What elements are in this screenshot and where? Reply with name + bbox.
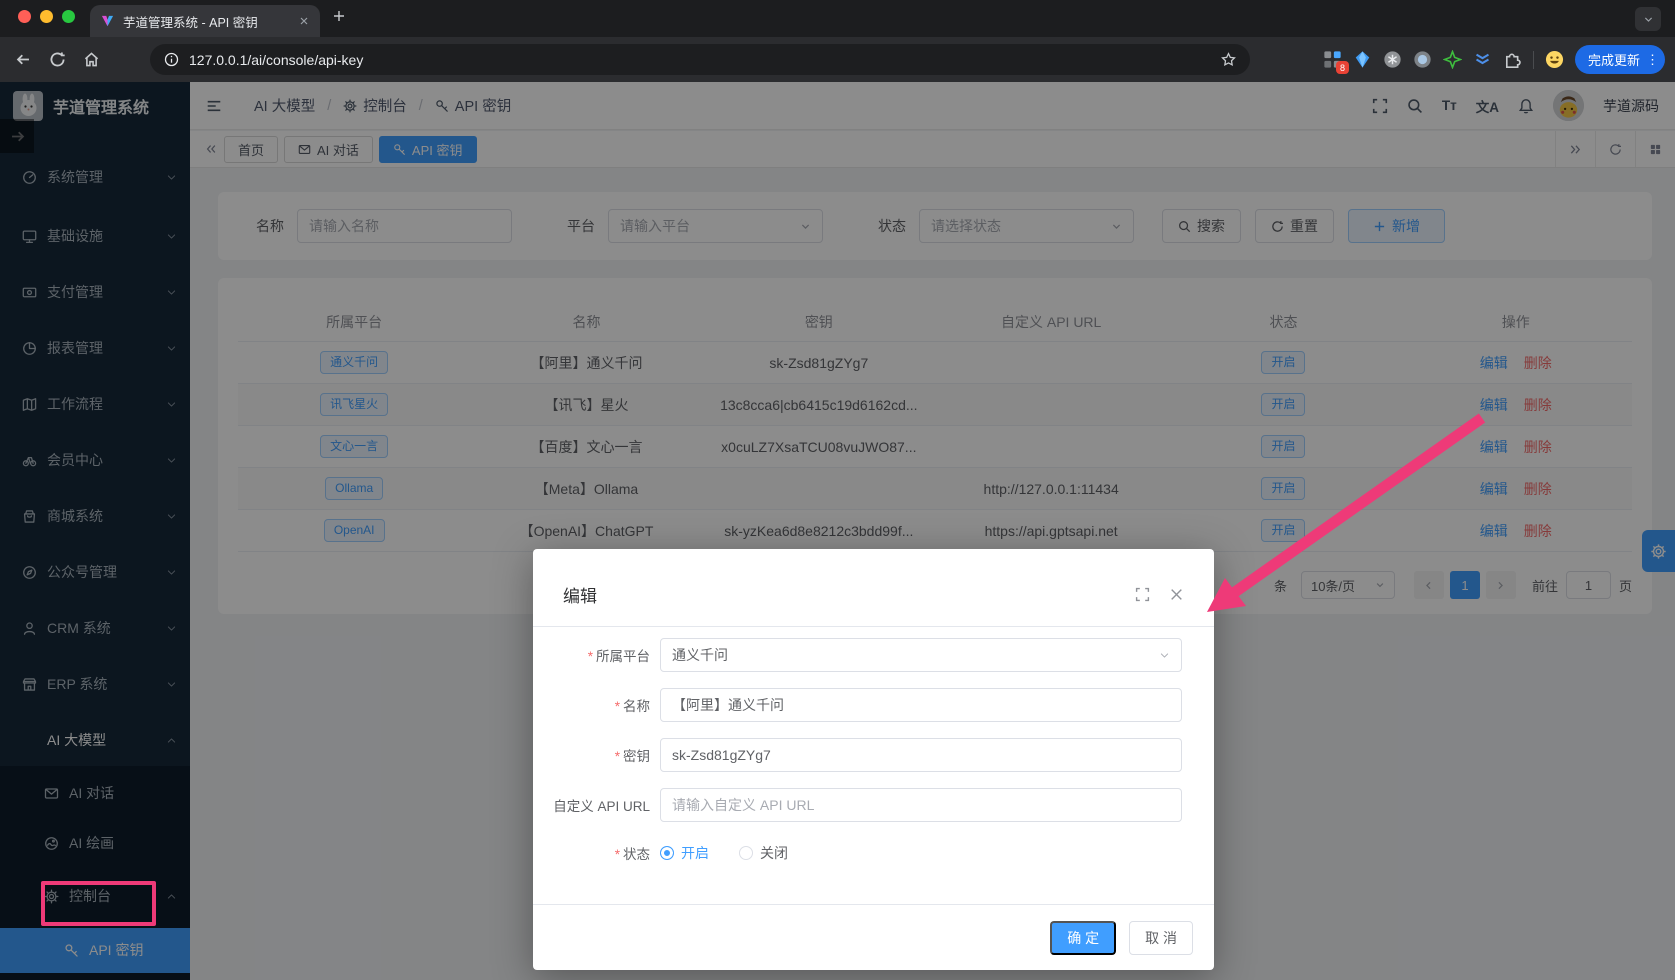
chevron-down-icon: [1159, 650, 1170, 661]
form-row-密钥: *密钥: [533, 738, 1182, 772]
sparkle-extension-icon[interactable]: [1443, 50, 1462, 69]
radio-label: 关闭: [760, 843, 788, 863]
radio-dot: [660, 846, 674, 860]
form-label-text: 状态: [623, 847, 650, 862]
form-input[interactable]: [672, 747, 1170, 763]
form-row-状态: *状态 开启 关闭: [533, 836, 788, 870]
dialog-header: 编辑: [533, 549, 1214, 627]
command-extension-icon[interactable]: [1383, 50, 1402, 69]
tab-close-icon[interactable]: [298, 15, 310, 27]
layers-extension-icon[interactable]: [1473, 50, 1492, 69]
new-tab-button[interactable]: [332, 9, 346, 23]
required-asterisk: *: [615, 699, 620, 714]
dialog-close-icon[interactable]: [1169, 587, 1184, 602]
minimize-window-button[interactable]: [40, 10, 53, 23]
bookmark-star-icon[interactable]: [1221, 52, 1236, 67]
required-asterisk: *: [615, 847, 620, 862]
browser-update-button[interactable]: 完成更新 ⋮: [1575, 45, 1665, 74]
platform-select[interactable]: 通义千问: [660, 638, 1182, 672]
form-label: *名称: [533, 695, 650, 715]
dialog-fullscreen-icon[interactable]: [1135, 587, 1150, 602]
back-icon[interactable]: [6, 43, 40, 77]
form-input-wrap: [660, 738, 1182, 772]
edit-dialog: 编辑 *所属平台通义千问*名称*密钥自定义 API URL*状态开启关闭 确 定…: [533, 549, 1214, 970]
radio-label: 开启: [681, 843, 709, 863]
tab-title: 芋道管理系统 - API 密钥: [123, 12, 290, 31]
form-label: 自定义 API URL: [533, 795, 650, 815]
toolbar-separator: [1533, 51, 1534, 69]
grid-extension-icon[interactable]: 8: [1323, 50, 1342, 69]
radio-dot: [739, 846, 753, 860]
radio-关闭[interactable]: 关闭: [739, 843, 788, 863]
form-row-名称: *名称: [533, 688, 1182, 722]
browser-menu-icon[interactable]: ⋮: [1646, 52, 1659, 68]
extensions-row: 8 完成更新 ⋮: [1323, 43, 1665, 76]
form-input[interactable]: [672, 797, 1170, 813]
form-row-所属平台: *所属平台 通义千问: [533, 638, 1182, 672]
url-text: 127.0.0.1/ai/console/api-key: [189, 52, 363, 68]
site-favicon: [100, 14, 115, 29]
emoji-extension-icon[interactable]: [1545, 50, 1564, 69]
screen: 芋道管理系统 - API 密钥 127.0.0.1/ai/console/api…: [0, 0, 1675, 980]
browser-toolbar: 127.0.0.1/ai/console/api-key 8 完成更新 ⋮: [0, 37, 1675, 82]
form-label-text: 密钥: [623, 749, 650, 764]
close-window-button[interactable]: [18, 10, 31, 23]
cancel-button[interactable]: 取 消: [1129, 921, 1193, 955]
dialog-footer: 确 定 取 消: [533, 904, 1214, 970]
required-asterisk: *: [588, 649, 593, 664]
dot-circle-extension-icon[interactable]: [1413, 50, 1432, 69]
form-input-wrap: [660, 788, 1182, 822]
form-label: *所属平台: [533, 645, 650, 665]
form-input[interactable]: [672, 697, 1170, 713]
dialog-title: 编辑: [563, 582, 597, 607]
maximize-window-button[interactable]: [62, 10, 75, 23]
gem-extension-icon[interactable]: [1353, 50, 1372, 69]
required-asterisk: *: [615, 749, 620, 764]
update-button-label: 完成更新: [1588, 50, 1640, 69]
browser-tab-strip: 芋道管理系统 - API 密钥: [0, 0, 1675, 37]
form-label: *状态: [533, 843, 650, 863]
site-info-icon[interactable]: [164, 52, 179, 67]
puzzle-icon[interactable]: [1503, 50, 1522, 69]
form-input-wrap: [660, 688, 1182, 722]
radio-开启[interactable]: 开启: [660, 843, 709, 863]
extension-badge: 8: [1336, 61, 1349, 74]
form-label: *密钥: [533, 745, 650, 765]
form-label-text: 名称: [623, 699, 650, 714]
select-value: 通义千问: [672, 645, 728, 665]
home-icon[interactable]: [74, 43, 108, 77]
form-label-text: 所属平台: [596, 649, 650, 664]
reload-icon[interactable]: [40, 43, 74, 77]
form-label-text: 自定义 API URL: [553, 799, 650, 814]
status-radio-group: 开启 关闭: [660, 843, 788, 863]
browser-tab[interactable]: 芋道管理系统 - API 密钥: [90, 5, 320, 37]
confirm-button[interactable]: 确 定: [1050, 921, 1116, 955]
address-bar[interactable]: 127.0.0.1/ai/console/api-key: [150, 44, 1250, 75]
tab-search-button[interactable]: [1635, 7, 1661, 31]
form-row-自定义 API URL: 自定义 API URL: [533, 788, 1182, 822]
